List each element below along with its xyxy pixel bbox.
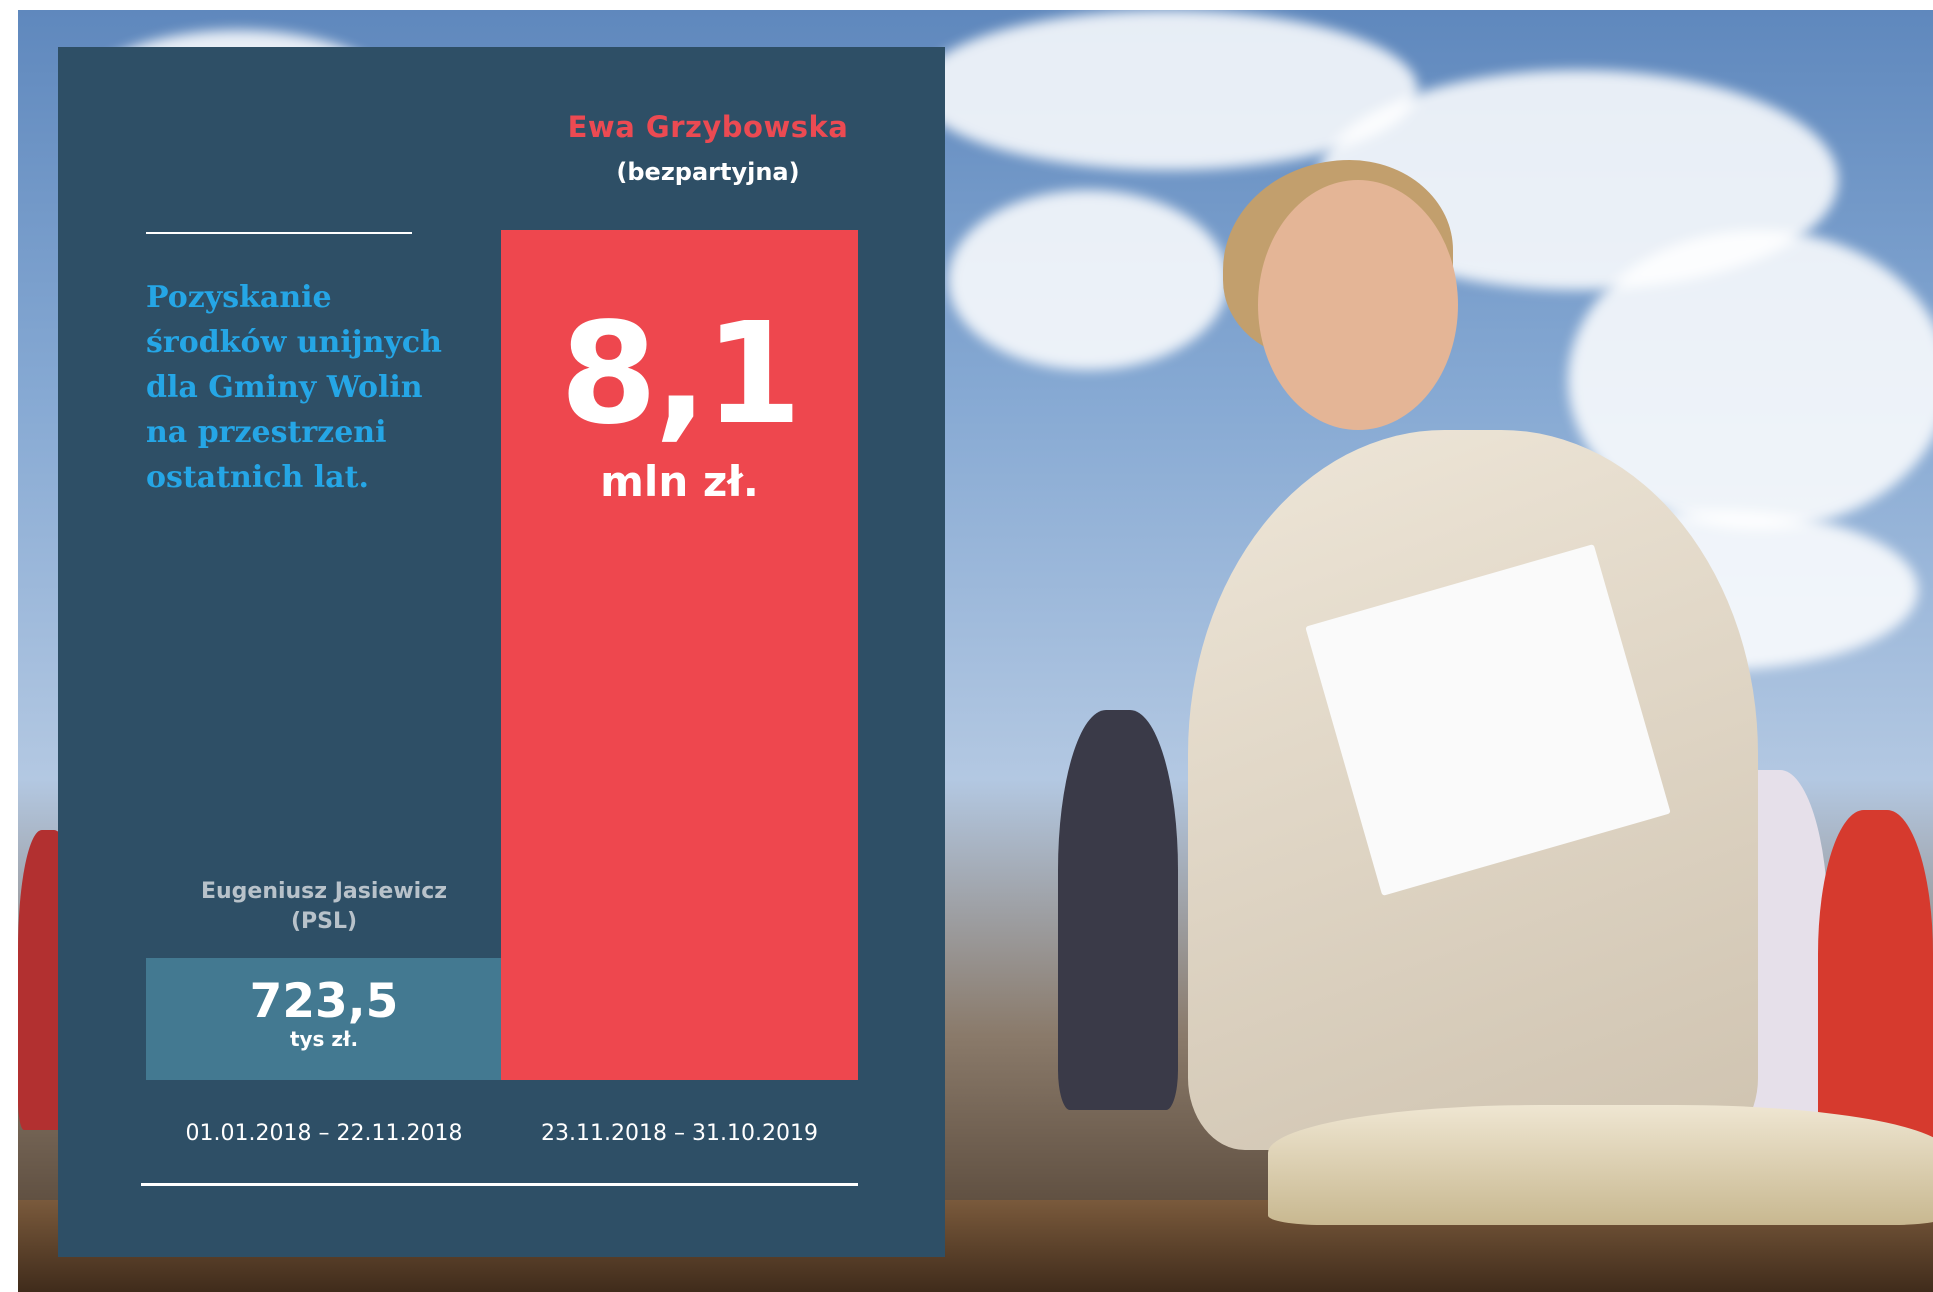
previous-value-label: 723,5 xyxy=(249,974,399,1029)
current-value-label: 8,1 xyxy=(559,293,802,456)
current-mayor-party: (bezpartyjna) xyxy=(616,158,800,186)
previous-mayor-name: Eugeniusz Jasiewicz xyxy=(200,879,448,904)
baseline-divider xyxy=(141,1183,858,1186)
category-label-previous-term: 01.01.2018 – 22.11.2018 xyxy=(185,1121,463,1146)
infographic-panel: Pozyskanie środków unijnych dla Gminy Wo… xyxy=(58,47,945,1257)
current-unit-label: mln zł. xyxy=(600,457,759,506)
top-divider xyxy=(146,232,412,234)
open-book-icon xyxy=(1268,1105,1933,1225)
previous-unit-label: tys zł. xyxy=(289,1027,359,1051)
category-label-current-term: 23.11.2018 – 31.10.2019 xyxy=(541,1121,818,1146)
woman-face-icon xyxy=(1258,180,1458,430)
description-text: Pozyskanie środków unijnych dla Gminy Wo… xyxy=(146,280,442,495)
previous-mayor-party: (PSL) xyxy=(290,909,358,934)
current-mayor-name: Ewa Grzybowska xyxy=(567,110,849,144)
